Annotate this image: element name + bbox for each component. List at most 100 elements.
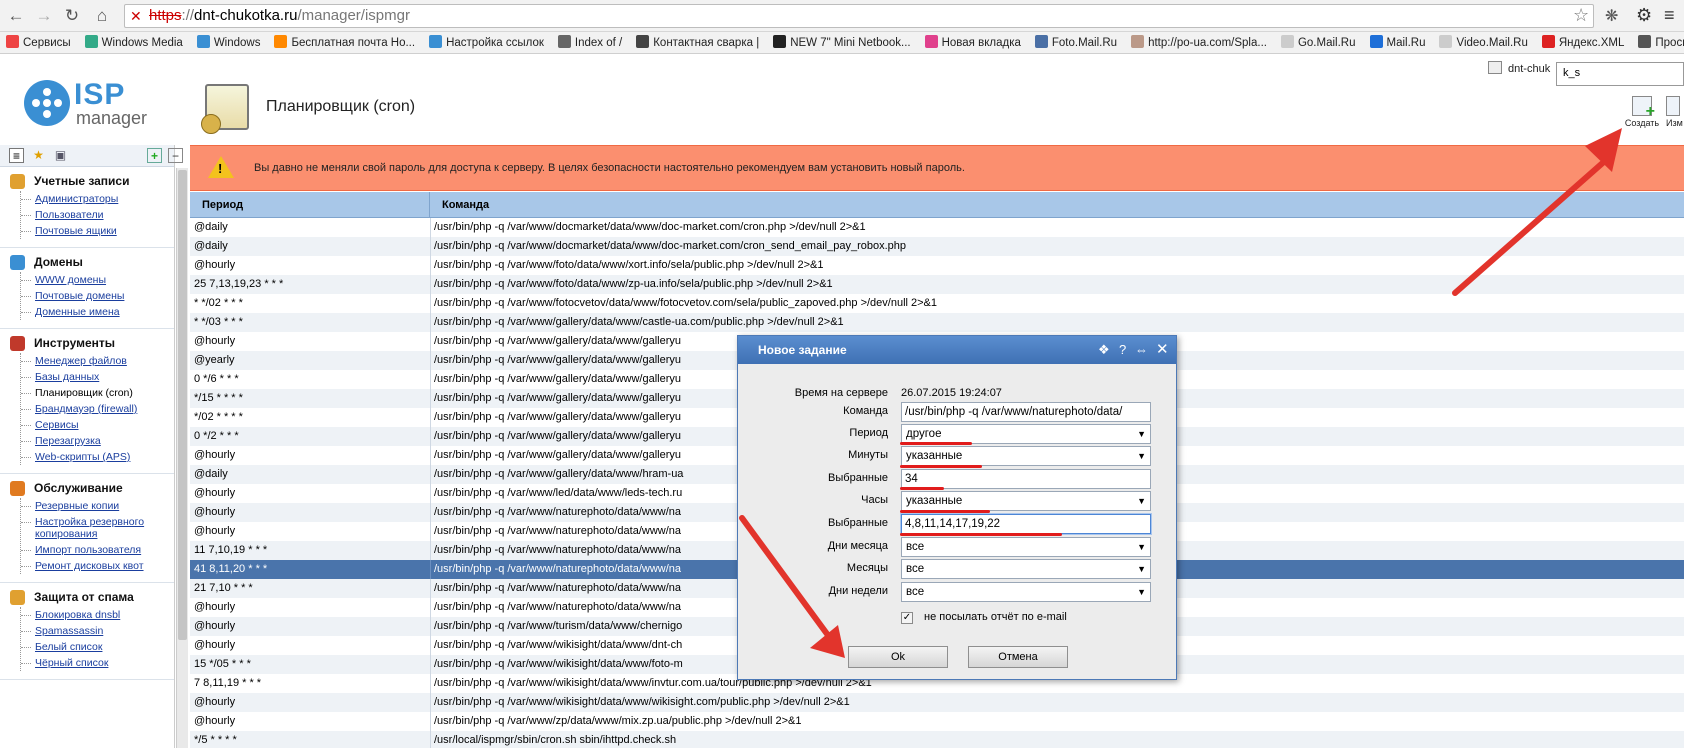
- sidebar-group-header[interactable]: Защита от спама: [0, 587, 174, 607]
- sidebar-item[interactable]: Почтовые домены: [21, 288, 174, 304]
- period-select[interactable]: другое ▼: [901, 424, 1151, 444]
- bookmark-item[interactable]: Video.Mail.Ru: [1439, 32, 1528, 53]
- column-header-period[interactable]: Период: [190, 192, 430, 218]
- selected-hours-input[interactable]: 4,8,11,14,17,19,22: [901, 514, 1151, 534]
- sidebar-item[interactable]: Web-скрипты (APS): [21, 449, 174, 465]
- sidebar-item[interactable]: Планировщик (cron): [21, 385, 174, 401]
- table-row[interactable]: * */03 * * * /usr/bin/php -q /var/www/gal…: [190, 313, 1684, 332]
- column-header-command[interactable]: Команда: [430, 192, 1684, 218]
- hours-select[interactable]: указанные ▼: [901, 491, 1151, 511]
- sidebar-group-header[interactable]: Учетные записи: [0, 171, 174, 191]
- weekdays-select[interactable]: все ▼: [901, 582, 1151, 602]
- forward-arrow-icon[interactable]: →: [34, 6, 54, 26]
- table-row[interactable]: @daily/usr/bin/php -q /var/www/docmarket…: [190, 237, 1684, 256]
- edit-icon: [1666, 96, 1680, 116]
- bookmark-item[interactable]: Яндекс.XML: [1541, 32, 1624, 53]
- sidebar-item[interactable]: Блокировка dnsbl: [21, 607, 174, 623]
- bookmark-item[interactable]: Бесплатная почта Но...: [274, 32, 415, 53]
- sidebar-group-header[interactable]: Инструменты: [0, 333, 174, 353]
- table-row[interactable]: 25 7,13,19,23 * * * /usr/bin/php -q /var/…: [190, 275, 1684, 294]
- ispmanager-logo[interactable]: ISP manager: [24, 78, 164, 130]
- dialog-titlebar[interactable]: Новое задание ❖ ? ⇔ ✕: [738, 336, 1176, 364]
- sidebar-item[interactable]: Перезагрузка: [21, 433, 174, 449]
- sidebar-item[interactable]: Резервные копии: [21, 498, 174, 514]
- bookmark-item[interactable]: Контактная сварка |: [636, 32, 759, 53]
- sidebar-item[interactable]: WWW домены: [21, 272, 174, 288]
- bookmark-item[interactable]: http://po-ua.com/Spla...: [1131, 32, 1267, 53]
- collapse-all-icon[interactable]: −: [168, 148, 183, 163]
- sidebar-item[interactable]: Spamassassin: [21, 623, 174, 639]
- favorites-star-icon[interactable]: ★: [31, 148, 46, 163]
- reload-icon[interactable]: ↻: [62, 6, 82, 26]
- scrollbar-thumb[interactable]: [178, 170, 187, 640]
- table-row[interactable]: */5 * * * * /usr/local/ispmgr/sbin/cron.s…: [190, 731, 1684, 748]
- days-month-select[interactable]: все ▼: [901, 537, 1151, 557]
- bookmark-item[interactable]: Index of /: [557, 32, 622, 53]
- edit-button[interactable]: Изм: [1666, 96, 1683, 128]
- table-row[interactable]: @daily/usr/bin/php -q /var/www/docmarket…: [190, 218, 1684, 237]
- menu-icon[interactable]: ≡: [1664, 5, 1675, 26]
- ok-button[interactable]: Ok: [848, 646, 948, 668]
- server-time-value: 26.07.2015 19:24:07: [901, 387, 1002, 399]
- popup-tab[interactable]: dnt-chuk: [1488, 61, 1550, 75]
- sidebar-item[interactable]: Импорт пользователя: [21, 542, 174, 558]
- table-row[interactable]: @hourly/usr/bin/php -q /var/www/wikisigh…: [190, 693, 1684, 712]
- sidebar-group-header[interactable]: Домены: [0, 252, 174, 272]
- sidebar-item[interactable]: Чёрный список: [21, 655, 174, 671]
- sidebar-item[interactable]: Администраторы: [21, 191, 174, 207]
- sidebar-item[interactable]: Менеджер файлов: [21, 353, 174, 369]
- minutes-select[interactable]: указанные ▼: [901, 446, 1151, 466]
- help-icon[interactable]: ?: [1119, 336, 1126, 364]
- bookmark-item[interactable]: Настройка ссылок: [429, 32, 544, 53]
- sidebar-item[interactable]: Сервисы: [21, 417, 174, 433]
- command-input[interactable]: /usr/bin/php -q /var/www/naturephoto/dat…: [901, 402, 1151, 422]
- cell-period: 41 8,11,20 * * *: [194, 563, 268, 575]
- briefcase-icon[interactable]: ▣: [53, 148, 68, 163]
- annotation-underline: [900, 487, 944, 490]
- table-row[interactable]: @hourly/usr/bin/php -q /var/www/foto/dat…: [190, 256, 1684, 275]
- sidebar-item[interactable]: Базы данных: [21, 369, 174, 385]
- home-icon[interactable]: ⌂: [92, 6, 112, 26]
- bookmark-item[interactable]: Новая вкладка: [924, 32, 1021, 53]
- bookmark-item[interactable]: Foto.Mail.Ru: [1034, 32, 1117, 53]
- expand-all-icon[interactable]: +: [147, 148, 162, 163]
- bookmark-item[interactable]: Windows Media: [84, 32, 183, 53]
- months-select[interactable]: все ▼: [901, 559, 1151, 579]
- bookmark-item[interactable]: NEW 7" Mini Netbook...: [773, 32, 911, 53]
- bookmark-item[interactable]: Windows: [196, 32, 260, 53]
- sidebar-item[interactable]: Почтовые ящики: [21, 223, 174, 239]
- pin-icon[interactable]: ❖: [1098, 336, 1110, 364]
- sidebar-item[interactable]: Белый список: [21, 639, 174, 655]
- sidebar-item[interactable]: Ремонт дисковых квот: [21, 558, 174, 574]
- bookmark-item[interactable]: Mail.Ru: [1369, 32, 1426, 53]
- bookmark-star-icon[interactable]: ☆: [1573, 5, 1589, 26]
- sidebar-item[interactable]: Настройка резервного копирования: [21, 514, 174, 542]
- back-arrow-icon[interactable]: ←: [6, 6, 26, 26]
- selected-minutes-input[interactable]: 34: [901, 469, 1151, 489]
- close-icon[interactable]: ✕: [1156, 336, 1169, 364]
- no-email-checkbox[interactable]: ✓: [901, 612, 913, 624]
- sidebar-group-header[interactable]: Обслуживание: [0, 478, 174, 498]
- netbook-icon: [773, 35, 787, 48]
- bookmark-label: Mail.Ru: [1386, 37, 1426, 49]
- resize-icon[interactable]: ⇔: [1135, 336, 1148, 364]
- sidebar-item[interactable]: Доменные имена: [21, 304, 174, 320]
- list-view-icon[interactable]: ≡: [9, 148, 24, 163]
- bookmark-item[interactable]: Сервисы: [6, 32, 71, 53]
- sidebar-item[interactable]: Брандмауэр (firewall): [21, 401, 174, 417]
- bookmark-item[interactable]: Go.Mail.Ru: [1280, 32, 1356, 53]
- table-row[interactable]: * */02 * * * /usr/bin/php -q /var/www/fot…: [190, 294, 1684, 313]
- search-input[interactable]: k_s: [1556, 62, 1684, 86]
- gear-icon[interactable]: ⚙: [1636, 5, 1652, 26]
- tab-icon: [1488, 61, 1502, 74]
- address-bar[interactable]: ✕ https://dnt-chukotka.ru/manager/ispmgr: [124, 4, 1594, 28]
- sidebar-item[interactable]: Пользователи: [21, 207, 174, 223]
- table-row[interactable]: @hourly/usr/bin/php -q /var/www/zp/data/…: [190, 712, 1684, 731]
- extension-icon[interactable]: ❋: [1605, 6, 1618, 26]
- minutes-label: Минуты: [848, 449, 888, 461]
- bookmark-item[interactable]: Просмотр: [1638, 32, 1684, 53]
- cell-period: @hourly: [194, 487, 236, 499]
- sidebar-scrollbar[interactable]: [176, 168, 188, 748]
- create-button[interactable]: Создать: [1620, 96, 1664, 128]
- cancel-button[interactable]: Отмена: [968, 646, 1068, 668]
